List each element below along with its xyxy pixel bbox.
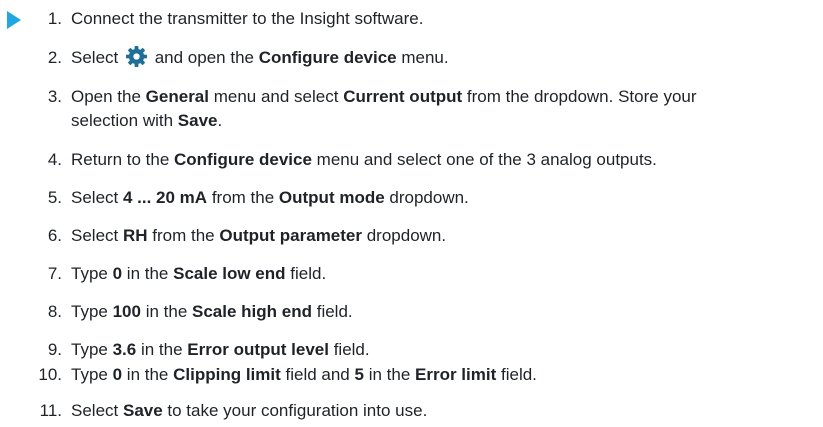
step-number: 10. — [38, 365, 62, 384]
step-number: 7. — [47, 264, 62, 283]
step-number: 11. — [39, 401, 62, 420]
step-text: Select RH from the Output parameter drop… — [71, 226, 447, 245]
step-number: 5. — [47, 188, 62, 207]
step-text: Type 3.6 in the Error output level field… — [71, 340, 370, 359]
step-number: 8. — [47, 302, 62, 321]
step-text: Type 0 in the Clipping limit field and 5… — [71, 365, 537, 384]
step-number: 6. — [47, 226, 62, 245]
gear-icon — [125, 45, 148, 68]
step-text: Connect the transmitter to the Insight s… — [71, 9, 424, 28]
step-text: Select 4 ... 20 mA from the Output mode … — [71, 188, 469, 207]
step-text: Select and open the Configure device men… — [71, 45, 813, 70]
step-text: Type 0 in the Scale low end field. — [71, 264, 327, 283]
step-number: 9. — [47, 340, 62, 359]
step-number: 1. — [47, 9, 62, 28]
step-text: Select Save to take your configuration i… — [71, 401, 428, 420]
step-number: 4. — [47, 150, 62, 169]
step-text: Open the General menu and select Current… — [71, 87, 697, 130]
step-number: 2. — [47, 48, 62, 67]
procedure-steps: 1. Connect the transmitter to the Insigh… — [0, 0, 823, 427]
step-number: 3. — [47, 87, 62, 106]
step-text: Type 100 in the Scale high end field. — [71, 302, 353, 321]
step-text: Return to the Configure device menu and … — [71, 150, 657, 169]
